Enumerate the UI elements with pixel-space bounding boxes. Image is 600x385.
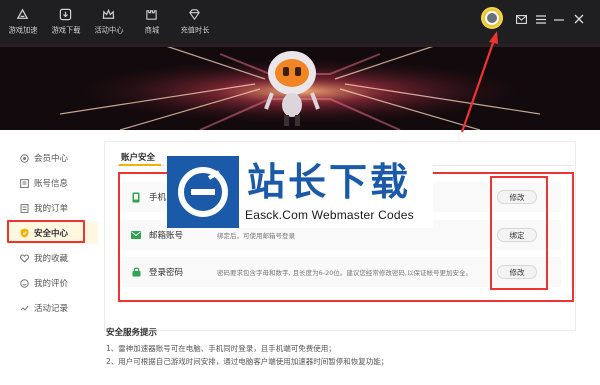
- annotation-box-buttons: [490, 176, 548, 290]
- avatar[interactable]: [481, 7, 503, 29]
- tab-account-security[interactable]: 账户安全: [121, 151, 155, 163]
- close-icon[interactable]: [572, 12, 586, 26]
- top-nav: 游戏加速 游戏下载 活动中心 商城 充值时长: [0, 0, 215, 44]
- watermark-logo-icon: [167, 156, 239, 228]
- sidebar-item-label: 会员中心: [34, 154, 69, 164]
- watermark-title: 站长下载: [247, 159, 412, 204]
- crown-icon: [102, 8, 115, 19]
- security-tips: 安全服务提示 1、雷神加速器账号可在电脑、手机同时登录，且手机端可免费使用； 2…: [106, 326, 586, 368]
- sidebar-item-reviews[interactable]: 我的评价: [8, 272, 98, 294]
- nav-item-shop[interactable]: 商城: [131, 0, 172, 44]
- sidebar-item-label: 活动记录: [34, 304, 69, 314]
- sidebar-item-my-orders[interactable]: 我的订单: [8, 197, 98, 219]
- top-bar: 游戏加速 游戏下载 活动中心 商城 充值时长: [0, 0, 600, 44]
- sidebar-item-member-center[interactable]: 会员中心: [8, 147, 98, 169]
- nav-item-activity-center[interactable]: 活动中心: [88, 0, 129, 44]
- sidebar-item-account-info[interactable]: 账号信息: [8, 172, 98, 194]
- sidebar-item-activity-records[interactable]: 活动记录: [8, 297, 98, 319]
- tab-active-indicator: [119, 164, 161, 166]
- annotation-box-sidebar: [7, 220, 85, 243]
- diamond-icon: [189, 9, 200, 21]
- nav-item-label: 游戏下载: [51, 26, 80, 35]
- app-window: 游戏加速 游戏下载 活动中心 商城 充值时长 会员中心 账号信息 我的订单 安全…: [0, 0, 600, 385]
- member-icon: [20, 153, 29, 163]
- tips-line: 1、雷神加速器账号可在电脑、手机同时登录，且手机端可免费使用；: [106, 344, 336, 353]
- order-icon: [20, 203, 29, 213]
- tips-line: 2、用户可根据自己游戏时间安排，通过电脑客户端使用加速器时间暂停和恢复功能；: [106, 356, 389, 366]
- avatar-image: [485, 11, 499, 25]
- activity-icon: [20, 304, 29, 313]
- download-icon: [59, 8, 72, 21]
- account-info-icon: [20, 178, 29, 188]
- mail-icon[interactable]: [514, 12, 528, 26]
- castle-icon: [146, 10, 157, 20]
- nav-item-label: 充值时长: [180, 26, 209, 35]
- watermark-subtitle: Easck.Com Webmaster Codes: [245, 208, 414, 222]
- nav-item-label: 商城: [144, 26, 159, 35]
- nav-item-recharge[interactable]: 充值时长: [174, 0, 215, 44]
- banner: [0, 44, 600, 130]
- mascot-robot: [264, 51, 320, 126]
- nav-item-game-speedup[interactable]: 游戏加速: [2, 0, 43, 44]
- sidebar-item-label: 我的收藏: [34, 254, 69, 264]
- minimize-icon[interactable]: [552, 12, 566, 26]
- nav-item-game-download[interactable]: 游戏下载: [45, 0, 86, 44]
- sidebar-item-label: 我的订单: [34, 204, 69, 214]
- sidebar-item-label: 我的评价: [34, 279, 69, 289]
- sidebar-item-favorites[interactable]: 我的收藏: [8, 247, 98, 269]
- comment-icon: [20, 278, 29, 288]
- heart-icon: [20, 254, 29, 263]
- nav-item-label: 游戏加速: [8, 26, 37, 35]
- watermark: 站长下载 Easck.Com Webmaster Codes: [167, 156, 433, 228]
- speed-logo-icon: [16, 8, 29, 19]
- tips-title: 安全服务提示: [106, 328, 158, 338]
- sidebar-item-label: 账号信息: [34, 179, 69, 189]
- nav-item-label: 活动中心: [94, 26, 123, 35]
- menu-icon[interactable]: [534, 12, 548, 26]
